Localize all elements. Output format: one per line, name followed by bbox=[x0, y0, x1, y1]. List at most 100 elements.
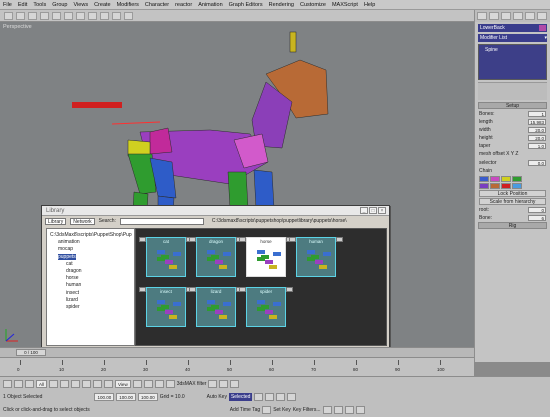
chain-swatch-blue[interactable] bbox=[479, 176, 489, 182]
rig-rollout[interactable]: Rig bbox=[478, 222, 547, 229]
thumbnail-load-icon[interactable] bbox=[139, 237, 146, 242]
thumbnail-horse[interactable]: horse bbox=[239, 237, 293, 277]
snap-icon[interactable] bbox=[143, 380, 153, 388]
motion-tab-icon[interactable] bbox=[513, 12, 523, 20]
goto-start-icon[interactable] bbox=[254, 393, 264, 401]
width-spinner[interactable]: 20.0 bbox=[528, 126, 546, 133]
selected-dropdown[interactable]: Selected bbox=[228, 393, 253, 401]
add-time-tag-button[interactable]: Add Time Tag bbox=[230, 407, 260, 413]
menu-item-tools[interactable]: Tools bbox=[33, 2, 46, 8]
key-icon[interactable] bbox=[262, 406, 272, 414]
move-tool-icon[interactable] bbox=[82, 380, 92, 388]
next-frame-icon[interactable] bbox=[287, 393, 297, 401]
rotate-icon[interactable] bbox=[76, 11, 85, 20]
menu-item-help[interactable]: Help bbox=[364, 2, 375, 8]
tree-item[interactable]: horse bbox=[50, 275, 131, 282]
modifier-stack[interactable]: Spine bbox=[478, 44, 547, 80]
scale-icon[interactable] bbox=[88, 11, 97, 20]
modifier-list-dropdown[interactable]: Modifier List ▾ bbox=[478, 34, 547, 42]
thumbnail-grid[interactable]: cat dragon horse human insect lizard spider bbox=[135, 228, 387, 346]
mirror-icon[interactable] bbox=[100, 11, 109, 20]
hierarchy-tab-icon[interactable] bbox=[501, 12, 511, 20]
thumbnail-info-icon[interactable] bbox=[336, 237, 343, 242]
thumbnail-spider[interactable]: spider bbox=[239, 287, 293, 327]
render-scene-icon[interactable] bbox=[219, 380, 229, 388]
display-tab-icon[interactable] bbox=[525, 12, 535, 20]
maximize-viewport-icon[interactable] bbox=[355, 406, 365, 414]
stack-item[interactable]: Spine bbox=[485, 47, 540, 53]
align-icon[interactable] bbox=[112, 11, 121, 20]
orbit-icon[interactable] bbox=[344, 406, 354, 414]
region-select-icon[interactable] bbox=[71, 380, 81, 388]
taper-spinner[interactable]: 1.0 bbox=[528, 142, 546, 149]
tree-item[interactable]: animation bbox=[50, 239, 131, 246]
menu-item-create[interactable]: Create bbox=[94, 2, 111, 8]
create-tab-icon[interactable] bbox=[477, 12, 487, 20]
menu-item-rendering[interactable]: Rendering bbox=[269, 2, 294, 8]
menu-item-customize[interactable]: Customize bbox=[300, 2, 326, 8]
chain-swatch-red[interactable] bbox=[501, 183, 511, 189]
menu-item-animation[interactable]: Animation bbox=[198, 2, 222, 8]
render-icon[interactable] bbox=[124, 11, 133, 20]
select-object-icon[interactable] bbox=[49, 380, 59, 388]
menu-item-reactor[interactable]: reactor bbox=[175, 2, 192, 8]
pan-icon[interactable] bbox=[333, 406, 343, 414]
object-name[interactable]: LowerBack bbox=[480, 24, 505, 32]
length-spinner[interactable]: 15.983 bbox=[528, 118, 546, 125]
tree-item[interactable]: spider bbox=[50, 304, 131, 311]
chain-swatch-yellow[interactable] bbox=[501, 176, 511, 182]
prev-frame-icon[interactable] bbox=[265, 393, 275, 401]
thumbnail-info-icon[interactable] bbox=[286, 287, 293, 292]
network-dropdown[interactable]: Network bbox=[70, 217, 95, 225]
time-slider-knob[interactable]: 0 / 100 bbox=[16, 349, 46, 356]
search-input[interactable] bbox=[119, 217, 204, 225]
view-dropdown[interactable]: View bbox=[115, 380, 131, 388]
auto-key-button[interactable]: Auto Key bbox=[207, 394, 227, 400]
thumbnail-cat[interactable]: cat bbox=[139, 237, 193, 277]
bones-spinner[interactable]: 1 bbox=[528, 110, 546, 117]
menu-item-group[interactable]: Group bbox=[52, 2, 67, 8]
close-icon[interactable]: × bbox=[378, 207, 386, 214]
root-spinner[interactable]: 0 bbox=[528, 206, 546, 213]
maxscript-listener-icon[interactable] bbox=[3, 380, 12, 388]
thumbnail-load-icon[interactable] bbox=[189, 287, 196, 292]
setup-rollout[interactable]: Setup bbox=[478, 102, 547, 109]
select-icon[interactable] bbox=[52, 11, 61, 20]
menu-item-file[interactable]: File bbox=[3, 2, 12, 8]
object-color-swatch[interactable] bbox=[539, 25, 546, 31]
thumbnail-load-icon[interactable] bbox=[139, 287, 146, 292]
tree-item[interactable]: puppets bbox=[50, 253, 131, 261]
menu-item-graph-editors[interactable]: Graph Editors bbox=[229, 2, 263, 8]
thumbnail-lizard[interactable]: lizard bbox=[189, 287, 243, 327]
thumbnail-insect[interactable]: insect bbox=[139, 287, 193, 327]
tree-item[interactable]: dragon bbox=[50, 268, 131, 275]
menu-item-modifiers[interactable]: Modifiers bbox=[117, 2, 139, 8]
thumbnail-load-icon[interactable] bbox=[239, 287, 246, 292]
percent-snap-icon[interactable] bbox=[165, 380, 175, 388]
y-coordinate-field[interactable]: 100.00 bbox=[116, 393, 136, 401]
chain-swatch-brown[interactable] bbox=[490, 183, 500, 189]
x-coordinate-field[interactable]: 100.00 bbox=[94, 393, 115, 401]
undo-icon[interactable] bbox=[4, 11, 13, 20]
move-icon[interactable] bbox=[64, 11, 73, 20]
play-icon[interactable] bbox=[14, 380, 23, 388]
scale-tool-icon[interactable] bbox=[104, 380, 114, 388]
pivot-icon[interactable] bbox=[132, 380, 142, 388]
angle-snap-icon[interactable] bbox=[154, 380, 164, 388]
menu-item-edit[interactable]: Edit bbox=[18, 2, 27, 8]
thumbnail-human[interactable]: human bbox=[289, 237, 343, 277]
menu-item-maxscript[interactable]: MAXScript bbox=[332, 2, 358, 8]
modify-tab-icon[interactable] bbox=[489, 12, 499, 20]
tree-item[interactable]: human bbox=[50, 282, 131, 289]
tree-item[interactable]: mocap bbox=[50, 246, 131, 253]
library-dropdown[interactable]: Library bbox=[45, 217, 67, 225]
thumbnail-dragon[interactable]: dragon bbox=[189, 237, 243, 277]
time-slider[interactable]: 0 / 100 bbox=[0, 347, 474, 357]
utilities-tab-icon[interactable] bbox=[537, 12, 547, 20]
object-name-field[interactable]: LowerBack bbox=[478, 24, 547, 32]
selector-spinner[interactable]: 0.0 bbox=[528, 159, 546, 166]
chain-swatch-pink[interactable] bbox=[490, 176, 500, 182]
tree-item[interactable]: lizard bbox=[50, 297, 131, 304]
chain-swatch-green[interactable] bbox=[512, 176, 522, 182]
rotate-tool-icon[interactable] bbox=[93, 380, 103, 388]
